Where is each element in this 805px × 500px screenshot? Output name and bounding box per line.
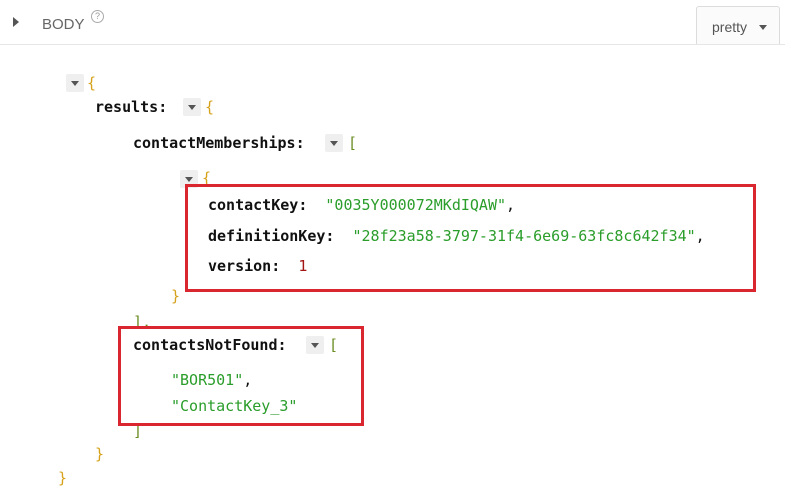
highlight-box-contacts-not-found (118, 326, 364, 426)
json-line-root-open: { (87, 73, 96, 93)
json-line-membership-close: } (171, 286, 180, 306)
json-key-contact-memberships: contactMemberships (133, 134, 296, 152)
chevron-down-icon (759, 25, 767, 30)
collapse-toggle-root[interactable] (66, 74, 84, 92)
format-select[interactable]: pretty (696, 6, 780, 44)
json-line-contact-memberships-bracket: [ (348, 133, 357, 153)
collapse-toggle-contact-memberships[interactable] (325, 134, 343, 152)
open-brace: { (205, 98, 215, 116)
highlight-box-membership (185, 184, 756, 292)
format-select-value: pretty (712, 19, 748, 35)
close-brace: } (171, 287, 181, 305)
json-line-root-close: } (58, 468, 67, 488)
body-section-header: BODY ? pretty (0, 0, 785, 45)
json-line-results: results: (95, 97, 167, 117)
close-brace: } (95, 445, 105, 463)
collapse-toggle-results[interactable] (183, 98, 201, 116)
help-icon[interactable]: ? (91, 10, 104, 23)
json-colon: : (295, 134, 305, 152)
json-line-results-close: } (95, 444, 104, 464)
json-key-results: results (95, 98, 159, 116)
json-line-contact-memberships: contactMemberships: (133, 133, 305, 153)
open-bracket: [ (348, 134, 358, 152)
close-brace: } (58, 469, 68, 487)
body-section-label: BODY (42, 16, 85, 33)
open-brace: { (87, 74, 97, 92)
json-colon: : (158, 98, 168, 116)
expand-arrow-icon[interactable] (13, 17, 19, 27)
json-line-results-brace: { (205, 97, 214, 117)
